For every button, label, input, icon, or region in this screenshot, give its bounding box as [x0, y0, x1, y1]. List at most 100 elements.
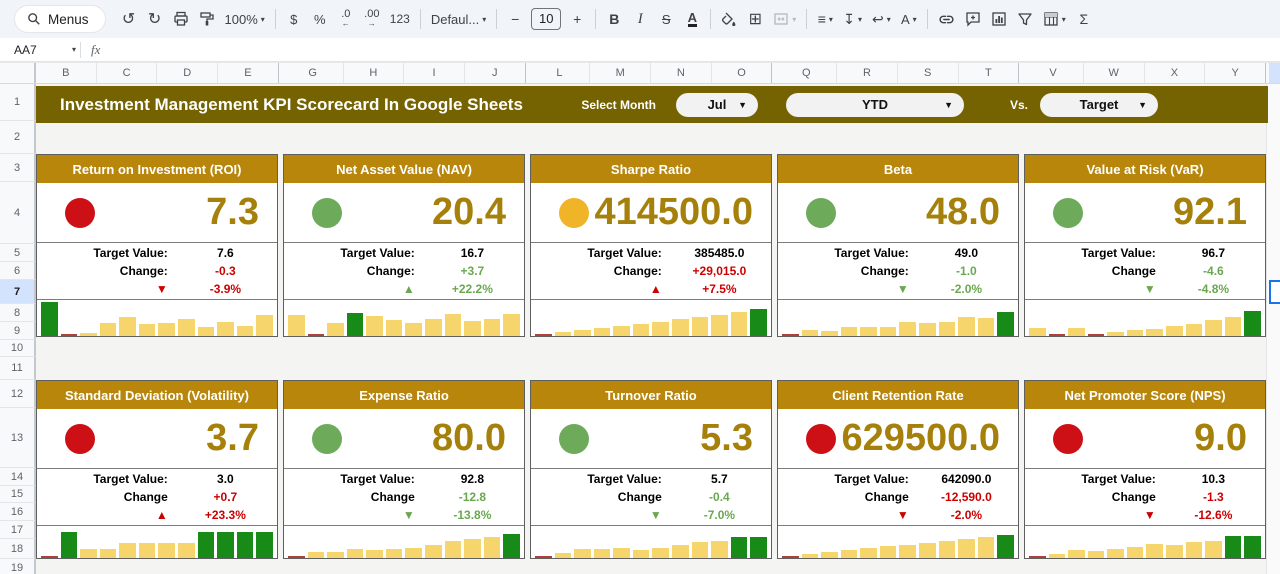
row-header[interactable]: 14: [0, 468, 36, 486]
spark-bar: [750, 309, 767, 336]
row-header[interactable]: 9: [0, 322, 36, 340]
row-header[interactable]: 13: [0, 408, 36, 468]
column-header[interactable]: E: [218, 63, 278, 83]
borders-button[interactable]: ⊞: [742, 6, 768, 32]
kpi-cards-row-2: Standard Deviation (Volatility) 3.7 Targ…: [36, 380, 1266, 559]
column-header[interactable]: Q: [776, 63, 838, 83]
merge-cells-button[interactable]: ▾: [768, 6, 801, 32]
horizontal-align-button[interactable]: ≡ ▾: [812, 6, 838, 32]
row-header[interactable]: 1: [0, 84, 36, 121]
row-header[interactable]: 8: [0, 304, 36, 322]
select-all-corner[interactable]: [0, 63, 36, 83]
column-header[interactable]: B: [36, 63, 97, 83]
undo-button[interactable]: ↺: [116, 6, 142, 32]
row-header[interactable]: 6: [0, 262, 36, 280]
period-dropdown[interactable]: YTD ▼: [785, 92, 964, 117]
create-filter-button[interactable]: [1012, 6, 1038, 32]
spark-bar: [997, 534, 1014, 558]
text-wrap-button[interactable]: ↩ ▾: [867, 6, 896, 32]
change-value: -12.8: [458, 490, 487, 504]
zoom-select[interactable]: 100% ▾: [220, 6, 270, 32]
row-header[interactable]: 16: [0, 503, 36, 521]
row-header[interactable]: 12: [0, 380, 36, 408]
column-header[interactable]: V: [1023, 63, 1084, 83]
strikethrough-button[interactable]: S: [653, 6, 679, 32]
row-header[interactable]: 10: [0, 340, 36, 357]
column-header[interactable]: W: [1084, 63, 1145, 83]
spark-bar: [138, 543, 156, 558]
column-header[interactable]: S: [898, 63, 959, 83]
insert-comment-button[interactable]: [960, 6, 986, 32]
compare-dropdown[interactable]: Target ▼: [1040, 92, 1158, 117]
month-dropdown[interactable]: Jul ▼: [675, 92, 758, 117]
insert-chart-button[interactable]: [986, 6, 1012, 32]
row-header[interactable]: 3: [0, 154, 36, 182]
spark-bar: [730, 536, 748, 558]
column-header[interactable]: Y: [1205, 63, 1265, 83]
vertical-align-button[interactable]: ↧ ▾: [838, 6, 867, 32]
spark-bar: [711, 541, 728, 558]
spark-bar: [958, 539, 975, 558]
row-header[interactable]: 2: [0, 121, 36, 154]
name-box[interactable]: AA7 ▾: [0, 43, 76, 57]
text-color-button[interactable]: A: [679, 6, 705, 32]
table-views-button[interactable]: ▾: [1038, 6, 1071, 32]
paint-format-button[interactable]: [194, 6, 220, 32]
row-header[interactable]: 4: [0, 182, 36, 244]
decrease-font-size-button[interactable]: −: [502, 6, 528, 32]
trend-line: ▼ -7.0%: [531, 507, 771, 524]
column-header[interactable]: L: [530, 63, 591, 83]
column-header[interactable]: X: [1145, 63, 1206, 83]
target-value: 96.7: [1201, 246, 1226, 260]
row-header[interactable]: 7: [0, 280, 36, 304]
row-header[interactable]: 17: [0, 521, 36, 539]
dropdown-arrow-icon: ▼: [738, 99, 747, 110]
text-rotation-button[interactable]: A ▾: [896, 6, 922, 32]
column-header[interactable]: C: [97, 63, 158, 83]
number-format-button[interactable]: 123: [385, 6, 415, 32]
column-header[interactable]: M: [590, 63, 651, 83]
column-header-aa-selected[interactable]: [1269, 63, 1280, 83]
redo-button[interactable]: ↻: [142, 6, 168, 32]
status-indicator-dot: [65, 423, 95, 454]
column-header[interactable]: H: [344, 63, 405, 83]
decrease-decimal-button[interactable]: .0 ←: [333, 6, 359, 32]
bold-button[interactable]: B: [601, 6, 627, 32]
column-header[interactable]: O: [712, 63, 772, 83]
row-header[interactable]: 18: [0, 539, 36, 559]
fill-color-button[interactable]: [716, 6, 742, 32]
font-select[interactable]: Defaul... ▾: [426, 6, 491, 32]
format-percent-button[interactable]: %: [307, 6, 333, 32]
column-header[interactable]: R: [837, 63, 898, 83]
print-button[interactable]: [168, 6, 194, 32]
column-header[interactable]: D: [157, 63, 219, 83]
change-label: Change:: [119, 264, 168, 278]
functions-button[interactable]: Σ: [1071, 6, 1097, 32]
change-label: Change: [864, 490, 909, 504]
format-currency-button[interactable]: $: [281, 6, 307, 32]
increase-font-size-button[interactable]: +: [564, 6, 590, 32]
spark-bar: [938, 322, 956, 336]
insert-link-button[interactable]: [933, 6, 960, 32]
spark-bar: [801, 554, 819, 558]
spark-bar: [288, 315, 305, 336]
menus-button[interactable]: Menus: [14, 5, 106, 33]
column-header[interactable]: J: [465, 63, 525, 83]
increase-decimal-button[interactable]: .00 →: [359, 6, 385, 32]
spark-bar: [1029, 328, 1046, 336]
row-header[interactable]: 5: [0, 244, 36, 262]
column-header[interactable]: I: [404, 63, 465, 83]
column-header[interactable]: G: [283, 63, 344, 83]
row-header[interactable]: 19: [0, 559, 36, 574]
row-header[interactable]: 11: [0, 357, 36, 380]
italic-button[interactable]: I: [627, 6, 653, 32]
kpi-value: 5.3: [700, 417, 753, 459]
font-size-input[interactable]: 10: [531, 8, 562, 30]
row-header[interactable]: 15: [0, 486, 36, 503]
print-icon: [173, 11, 188, 26]
column-header[interactable]: N: [651, 63, 712, 83]
trend-arrow-icon: ▼: [1143, 508, 1156, 522]
column-header[interactable]: T: [959, 63, 1019, 83]
fill-color-icon: [722, 12, 736, 27]
kpi-card: Sharpe Ratio 414500.0 Target Value: 3854…: [530, 154, 772, 337]
